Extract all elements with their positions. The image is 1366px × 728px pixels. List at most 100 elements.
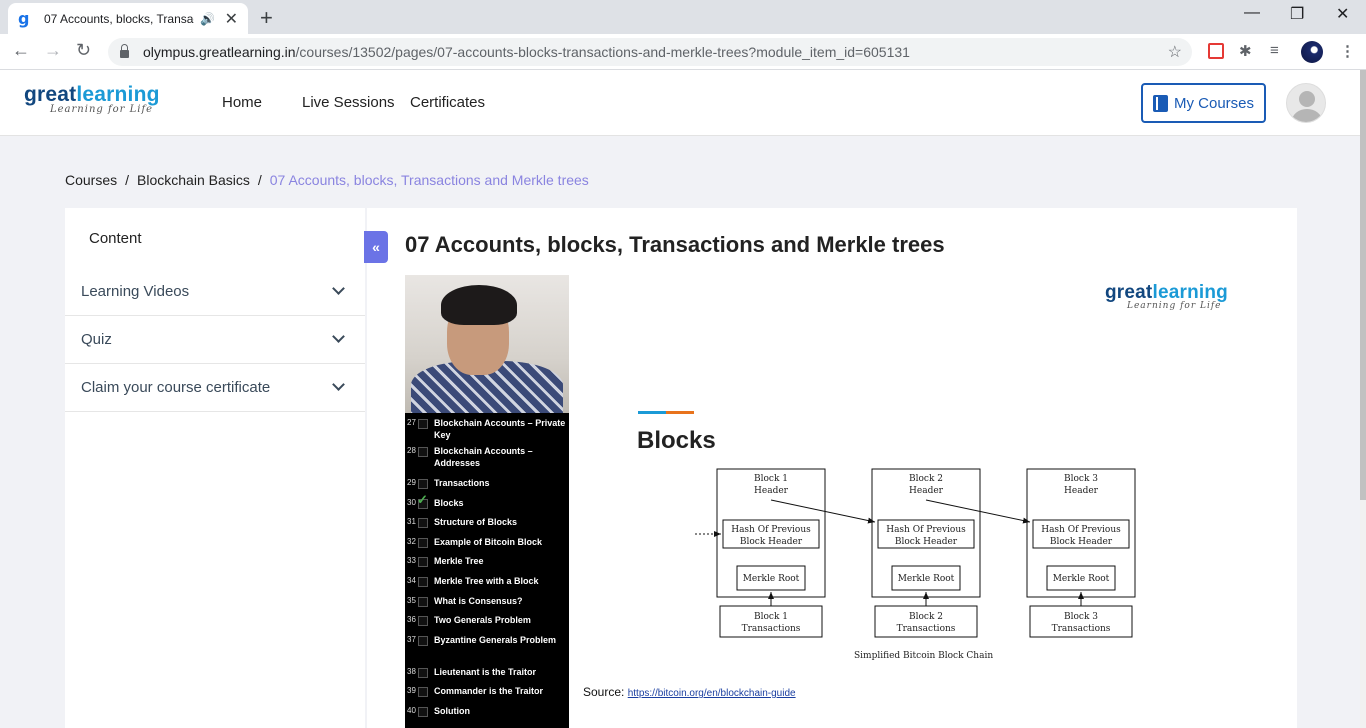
sidebar-item-learning-videos[interactable]: Learning Videos <box>65 268 365 316</box>
toc-item-label: Structure of Blocks <box>434 517 518 527</box>
logo-learning: learning <box>76 83 160 106</box>
book-icon <box>1152 94 1168 112</box>
bookmark-star-icon[interactable]: ☆ <box>1168 42 1182 62</box>
breadcrumb-blockchain-basics[interactable]: Blockchain Basics <box>137 172 250 188</box>
browser-toolbar: ← → ↻ olympus.greatlearning.in/courses/1… <box>0 34 1366 70</box>
block-header-label: Block 3 Header <box>1064 474 1099 496</box>
transactions-label: Block 2 Transactions <box>897 612 956 634</box>
checkmark-icon: ✓ <box>417 492 428 507</box>
sidebar-item-label: Claim your course certificate <box>81 379 271 396</box>
checkbox-icon[interactable] <box>418 419 428 429</box>
page-scrollbar[interactable] <box>1360 70 1366 728</box>
my-courses-button[interactable]: My Courses <box>1141 83 1266 123</box>
logo-tagline: Learning for Life <box>50 104 154 115</box>
content-sidebar: Content Learning Videos Quiz Claim your … <box>65 208 365 728</box>
forward-arrow-icon[interactable]: → <box>44 40 62 61</box>
breadcrumb-separator: / <box>125 172 130 188</box>
slide-logo-great: great <box>1105 282 1153 303</box>
checkbox-icon[interactable] <box>418 479 428 489</box>
speaker-icon[interactable]: 🔊 <box>200 12 215 26</box>
block-header-label: Block 2 Header <box>909 474 944 496</box>
reload-icon[interactable]: ↻ <box>76 40 91 61</box>
logo-great: great <box>24 83 77 106</box>
media-control-icon[interactable]: ≡ <box>1270 42 1279 59</box>
checkbox-icon[interactable] <box>418 687 428 697</box>
chevron-down-icon <box>332 330 345 343</box>
checkbox-icon[interactable] <box>418 518 428 528</box>
toc-item-number: 31 <box>407 517 416 526</box>
tab-close-icon[interactable]: ✕ <box>225 9 238 29</box>
site-header: greatlearning Learning for Life Home Liv… <box>0 70 1360 136</box>
toc-item-number: 35 <box>407 596 416 605</box>
browser-tab[interactable]: g 07 Accounts, blocks, Transacti 🔊 ✕ <box>8 3 248 34</box>
toc-item-number: 37 <box>407 635 416 644</box>
toc-item-number: 32 <box>407 537 416 546</box>
greatlearning-logo[interactable]: greatlearning Learning for Life <box>24 84 160 115</box>
breadcrumb-separator: / <box>257 172 262 188</box>
checkbox-icon[interactable] <box>418 577 428 587</box>
checkbox-icon[interactable] <box>418 447 428 457</box>
sidebar-item-label: Learning Videos <box>81 283 190 300</box>
block-header-label: Block 1 Header <box>754 474 789 496</box>
nav-certificates[interactable]: Certificates <box>410 94 485 111</box>
menu-kebab-icon[interactable]: ⋮ <box>1340 42 1355 60</box>
hash-previous-label: Hash Of Previous Block Header <box>886 525 966 547</box>
toc-item-label: Merkle Tree <box>434 556 484 566</box>
transactions-label: Block 1 Transactions <box>742 612 801 634</box>
merkle-root-label: Merkle Root <box>1053 574 1110 584</box>
toc-item-label: Blockchain Accounts – Private Key <box>434 418 566 440</box>
breadcrumb-courses[interactable]: Courses <box>65 172 117 188</box>
address-bar[interactable]: olympus.greatlearning.in/courses/13502/p… <box>108 38 1192 66</box>
browser-tabstrip: g 07 Accounts, blocks, Transacti 🔊 ✕ + —… <box>0 0 1366 34</box>
slide-greatlearning-logo: greatlearning Learning for Life <box>1105 283 1228 311</box>
greatlearning-favicon-icon: g <box>18 9 30 28</box>
profile-avatar-icon[interactable] <box>1301 41 1323 63</box>
lock-icon[interactable] <box>120 44 129 58</box>
user-avatar[interactable] <box>1286 83 1326 123</box>
blockchain-diagram: Block 1 Header Hash Of Previous Block Heade… <box>695 468 1136 638</box>
toc-item-label: Example of Bitcoin Block <box>434 537 543 547</box>
url-path: /courses/13502/pages/07-accounts-blocks-… <box>295 44 910 60</box>
checkbox-icon[interactable] <box>418 636 428 646</box>
toc-item-label: Solution <box>434 706 470 716</box>
sidebar-item-label: Quiz <box>81 331 112 348</box>
checkbox-icon[interactable] <box>418 557 428 567</box>
slide-heading: Blocks <box>637 427 716 454</box>
hash-previous-label: Hash Of Previous Block Header <box>1041 525 1121 547</box>
nav-home[interactable]: Home <box>222 94 262 111</box>
my-courses-label: My Courses <box>1173 94 1255 112</box>
presenter-webcam <box>405 275 569 413</box>
new-tab-icon[interactable]: + <box>260 5 273 31</box>
extension-pocket-icon[interactable] <box>1208 43 1224 59</box>
nav-live-sessions[interactable]: Live Sessions <box>302 94 395 111</box>
extensions-puzzle-icon[interactable]: ✱ <box>1239 42 1252 60</box>
breadcrumb-current: 07 Accounts, blocks, Transactions and Me… <box>269 172 589 188</box>
merkle-root-label: Merkle Root <box>743 574 800 584</box>
toc-item-number: 36 <box>407 615 416 624</box>
video-player[interactable]: 27 Blockchain Accounts – Private Key 28 Blo… <box>405 275 1297 728</box>
slide-logo-tagline: Learning for Life <box>1127 301 1222 311</box>
sidebar-item-claim-certificate[interactable]: Claim your course certificate <box>65 364 365 412</box>
restore-icon[interactable]: ❐ <box>1290 4 1304 24</box>
diagram-caption: Simplified Bitcoin Block Chain <box>854 651 994 661</box>
toc-item-number: 38 <box>407 667 416 676</box>
toc-item-label: Lieutenant is the Traitor <box>434 667 537 677</box>
source-label: Source: <box>583 685 625 699</box>
transactions-label: Block 3 Transactions <box>1052 612 1111 634</box>
toc-item-label: Byzantine Generals Problem <box>434 635 557 645</box>
checkbox-icon[interactable] <box>418 668 428 678</box>
checkbox-icon[interactable] <box>418 597 428 607</box>
collapse-sidebar-button[interactable]: « <box>364 231 388 263</box>
toc-item-label: Merkle Tree with a Block <box>434 576 539 586</box>
back-arrow-icon[interactable]: ← <box>12 40 30 61</box>
window-close-icon[interactable]: ✕ <box>1336 4 1349 24</box>
checkbox-icon[interactable] <box>418 616 428 626</box>
checkbox-icon[interactable] <box>418 707 428 717</box>
toc-item-number: 39 <box>407 686 416 695</box>
checkbox-icon[interactable] <box>418 538 428 548</box>
sidebar-item-quiz[interactable]: Quiz <box>65 316 365 364</box>
scrollbar-thumb[interactable] <box>1360 70 1366 500</box>
minimize-icon[interactable]: — <box>1244 4 1260 22</box>
video-toc-panel: 27 Blockchain Accounts – Private Key 28 Blo… <box>405 413 569 728</box>
source-link[interactable]: https://bitcoin.org/en/blockchain-guide <box>628 688 796 699</box>
